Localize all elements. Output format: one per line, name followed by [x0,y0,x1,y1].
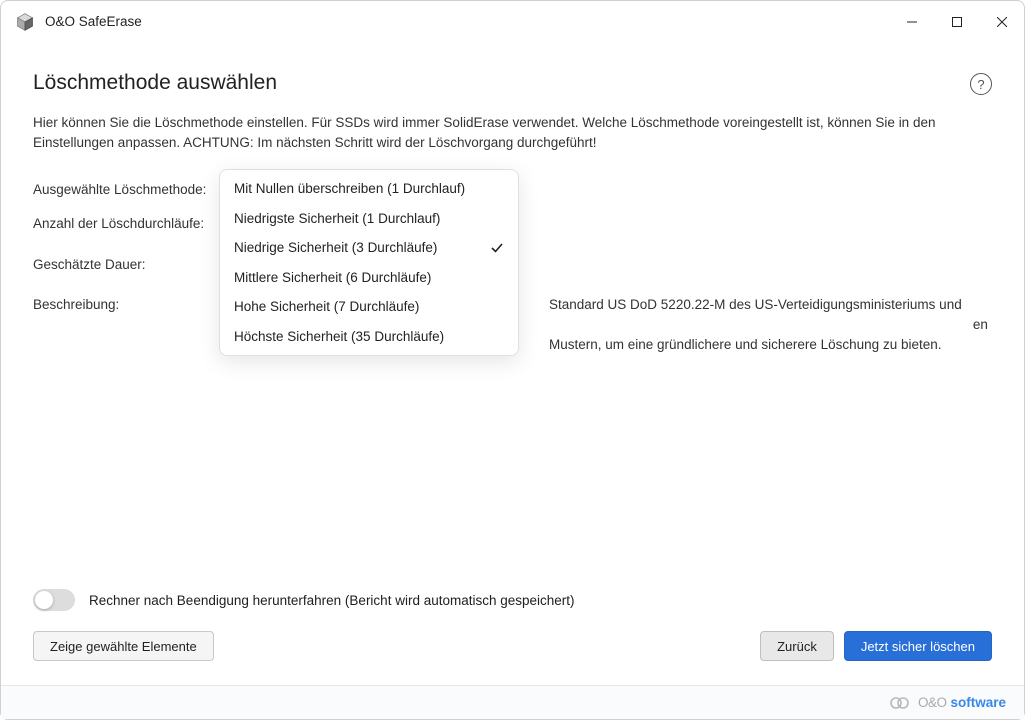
method-option-1[interactable]: Niedrigste Sicherheit (1 Durchlauf) [220,204,518,234]
window-controls [889,7,1024,37]
label-est-duration: Geschätzte Dauer: [33,255,219,275]
label-selected-method: Ausgewählte Löschmethode: [33,180,219,200]
method-option-2[interactable]: Niedrige Sicherheit (3 Durchläufe) [220,233,518,263]
page-heading: Löschmethode auswählen [33,71,277,95]
check-icon [490,241,504,255]
minimize-button[interactable] [889,7,934,37]
method-option-5[interactable]: Höchste Sicherheit (35 Durchläufe) [220,322,518,352]
app-title: O&O SafeErase [45,14,142,29]
show-selected-button[interactable]: Zeige gewählte Elemente [33,631,214,661]
method-option-3[interactable]: Mittlere Sicherheit (6 Durchläufe) [220,263,518,293]
toggle-knob [35,591,53,609]
close-button[interactable] [979,7,1024,37]
bottom-area: Rechner nach Beendigung herunterfahren (… [1,589,1024,685]
brand-text-1: O&O [918,695,947,710]
label-description: Beschreibung: [33,295,219,315]
brand: O&O software [890,695,1006,710]
content-area: Löschmethode auswählen ? Hier können Sie… [1,43,1024,589]
maximize-button[interactable] [934,7,979,37]
method-option-0[interactable]: Mit Nullen überschreiben (1 Durchlauf) [220,174,518,204]
brand-text-2: software [950,695,1006,710]
page-description: Hier können Sie die Löschmethode einstel… [33,113,973,152]
back-button[interactable]: Zurück [760,631,834,661]
method-option-2-label: Niedrige Sicherheit (3 Durchläufe) [234,240,437,255]
titlebar: O&O SafeErase [1,1,1024,43]
shutdown-toggle-label: Rechner nach Beendigung herunterfahren (… [89,593,575,608]
label-pass-count: Anzahl der Löschdurchläufe: [33,214,219,234]
footer: O&O software [1,685,1024,719]
app-icon [15,12,35,32]
erase-now-button[interactable]: Jetzt sicher löschen [844,631,992,661]
method-option-4[interactable]: Hohe Sicherheit (7 Durchläufe) [220,292,518,322]
help-button[interactable]: ? [970,73,992,95]
shutdown-toggle[interactable] [33,589,75,611]
oo-logo-icon [890,696,912,710]
method-dropdown[interactable]: Mit Nullen überschreiben (1 Durchlauf) N… [219,169,519,356]
